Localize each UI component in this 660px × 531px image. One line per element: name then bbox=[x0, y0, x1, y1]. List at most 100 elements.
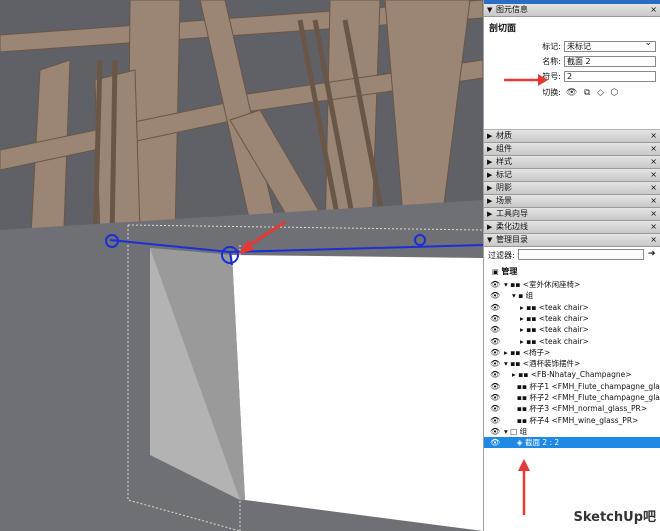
filter-input[interactable] bbox=[518, 249, 644, 260]
close-icon[interactable]: × bbox=[650, 156, 657, 168]
eye-icon[interactable]: 👁 bbox=[490, 426, 500, 437]
name-label: 名称: bbox=[542, 57, 561, 66]
fill-icon[interactable]: ◇ bbox=[597, 87, 604, 99]
eye-icon[interactable]: 👁 bbox=[490, 403, 500, 414]
close-icon[interactable]: × bbox=[650, 221, 657, 233]
eye-icon[interactable]: 👁 bbox=[490, 347, 500, 358]
scene-drawing bbox=[0, 0, 483, 531]
eye-icon[interactable]: 👁 bbox=[490, 302, 500, 313]
outliner-item-label: 杯子1 <FMH_Flute_champagne_glass_PR> bbox=[529, 381, 660, 391]
close-icon[interactable]: × bbox=[650, 182, 657, 194]
component-icon: ▪▪ bbox=[510, 347, 521, 357]
tray-header-2[interactable]: ▶ 样式 × bbox=[484, 156, 660, 169]
collapse-icon: ▼ bbox=[487, 6, 493, 14]
eye-icon[interactable]: 👁 bbox=[490, 437, 500, 448]
component-icon: ▪▪ bbox=[510, 359, 521, 369]
expand-icon: ▶ bbox=[487, 171, 493, 179]
eye-icon[interactable]: 👁 bbox=[490, 358, 500, 369]
red-arrow-panel bbox=[504, 74, 548, 86]
close-icon[interactable]: × bbox=[650, 143, 657, 155]
tree-toggle-icon[interactable]: ▾ bbox=[504, 359, 508, 368]
tray-title: 阴影 bbox=[496, 183, 512, 192]
component-icon: ▪▪ bbox=[526, 313, 537, 323]
expand-icon: ▶ bbox=[487, 210, 493, 218]
tray-header-6[interactable]: ▶ 工具向导 × bbox=[484, 208, 660, 221]
tray-header-1[interactable]: ▶ 组件 × bbox=[484, 143, 660, 156]
outliner-item-label: <FB-Nhatay_Champagne> bbox=[530, 370, 632, 380]
tree-toggle-icon[interactable]: ▸ bbox=[512, 370, 516, 379]
close-icon[interactable]: × bbox=[650, 130, 657, 142]
outliner-item-label: <椅子> bbox=[522, 347, 551, 357]
default-tray-panel: ▼ 图元信息 × 剖切面 标记: 未标记 名称: 截面 2 符号: 2 切换: … bbox=[483, 0, 660, 531]
eye-icon[interactable]: 👁 bbox=[490, 392, 500, 403]
outliner-item-label: <酒杯装饰摆件> bbox=[522, 359, 581, 369]
eye-icon[interactable]: 👁 bbox=[490, 415, 500, 426]
tray-header-outliner[interactable]: ▼ 管理目录 × bbox=[484, 234, 660, 247]
eye-icon[interactable]: 👁 bbox=[490, 324, 500, 335]
outliner-item-label: <teak chair> bbox=[538, 302, 589, 312]
tag-select[interactable]: 未标记 bbox=[564, 39, 656, 52]
tree-toggle-icon[interactable]: ▸ bbox=[520, 325, 524, 334]
component-icon: ▪▪ bbox=[516, 415, 527, 425]
close-icon[interactable]: × bbox=[650, 195, 657, 207]
tray-header-0[interactable]: ▶ 材质 × bbox=[484, 130, 660, 143]
collapse-icon: ▼ bbox=[487, 236, 493, 244]
tree-toggle-icon[interactable]: ▸ bbox=[504, 348, 508, 357]
tray-title: 样式 bbox=[496, 157, 512, 166]
name-field[interactable]: 截面 2 bbox=[564, 56, 656, 67]
expand-icon: ▶ bbox=[487, 223, 493, 231]
tray-title: 材质 bbox=[496, 131, 512, 140]
component-icon: ▪▪ bbox=[516, 381, 527, 391]
close-icon[interactable]: × bbox=[650, 208, 657, 220]
outliner-item-label: 组 bbox=[525, 291, 534, 301]
eye-icon[interactable]: 👁 bbox=[490, 279, 500, 290]
outliner-item-label: 杯子3 <FMH_normal_glass_PR> bbox=[529, 404, 648, 414]
outliner-root: 管理 bbox=[501, 267, 518, 276]
tag-label: 标记: bbox=[542, 42, 561, 51]
entity-type-title: 剖切面 bbox=[489, 24, 517, 34]
close-icon[interactable]: × bbox=[650, 4, 657, 16]
expand-icon: ▶ bbox=[487, 158, 493, 166]
component-icon: ▪▪ bbox=[526, 336, 537, 346]
component-icon: ◈ bbox=[516, 438, 523, 448]
eye-icon[interactable]: 👁 bbox=[490, 381, 500, 392]
component-icon: ▪▪ bbox=[510, 280, 521, 289]
symbol-field[interactable]: 2 bbox=[564, 71, 656, 82]
3d-viewport[interactable] bbox=[0, 0, 483, 531]
entity-info-body: 剖切面 标记: 未标记 名称: 截面 2 符号: 2 切换: 👁 ⧉ ◇ ⬡ bbox=[484, 17, 660, 130]
outliner-item-label: 截面 2 : 2 bbox=[524, 438, 560, 448]
tree-toggle-icon[interactable]: ▸ bbox=[520, 337, 524, 346]
tray-header-3[interactable]: ▶ 标记 × bbox=[484, 169, 660, 182]
tree-toggle-icon[interactable]: ▾ bbox=[504, 427, 508, 436]
tray-header-7[interactable]: ▶ 柔化边线 × bbox=[484, 221, 660, 234]
outliner-item-label: <teak chair> bbox=[538, 325, 589, 335]
tree-toggle-icon[interactable]: ▾ bbox=[512, 291, 516, 300]
eye-icon[interactable]: 👁 bbox=[566, 87, 577, 99]
cut-toggle-icon[interactable]: ⧉ bbox=[584, 87, 590, 99]
tray-header-entity-info[interactable]: ▼ 图元信息 × bbox=[484, 4, 660, 17]
eye-icon[interactable]: 👁 bbox=[490, 336, 500, 347]
filter-label: 过滤器: bbox=[488, 251, 515, 260]
tree-toggle-icon[interactable]: ▸ bbox=[520, 314, 524, 323]
tray-header-4[interactable]: ▶ 阴影 × bbox=[484, 182, 660, 195]
eye-icon[interactable]: 👁 bbox=[490, 313, 500, 324]
expand-icon: ▶ bbox=[487, 184, 493, 192]
eye-icon[interactable]: 👁 bbox=[490, 369, 500, 380]
tray-title: 柔化边线 bbox=[496, 222, 528, 231]
tree-toggle-icon[interactable]: ▸ bbox=[520, 303, 524, 312]
tray-header-5[interactable]: ▶ 场景 × bbox=[484, 195, 660, 208]
red-arrow-outliner bbox=[518, 459, 530, 515]
eye-icon[interactable]: 👁 bbox=[490, 290, 500, 301]
component-icon: ▪▪ bbox=[516, 393, 527, 402]
outliner-row[interactable]: 👁 ◈ 截面 2 : 2 bbox=[484, 437, 660, 449]
collapsed-trays: ▶ 材质 × ▶ 组件 × ▶ 样式 × ▶ 标记 × ▶ 阴影 × ▶ 场景 × ▶ 工具向导 × ▶ 柔化边线 × bbox=[484, 130, 660, 234]
close-icon[interactable]: × bbox=[650, 234, 657, 246]
component-icon: ▪▪ bbox=[518, 370, 529, 380]
outliner-item-label: <teak chair> bbox=[538, 313, 589, 323]
outliner-menu-icon[interactable]: ➔ bbox=[648, 249, 656, 259]
tray-title-entity-info: 图元信息 bbox=[496, 5, 528, 14]
tree-toggle-icon[interactable]: ▾ bbox=[504, 280, 508, 289]
close-icon[interactable]: × bbox=[650, 169, 657, 181]
lock-icon[interactable]: ⬡ bbox=[610, 87, 618, 99]
watermark: SketchUp吧 bbox=[573, 510, 656, 525]
